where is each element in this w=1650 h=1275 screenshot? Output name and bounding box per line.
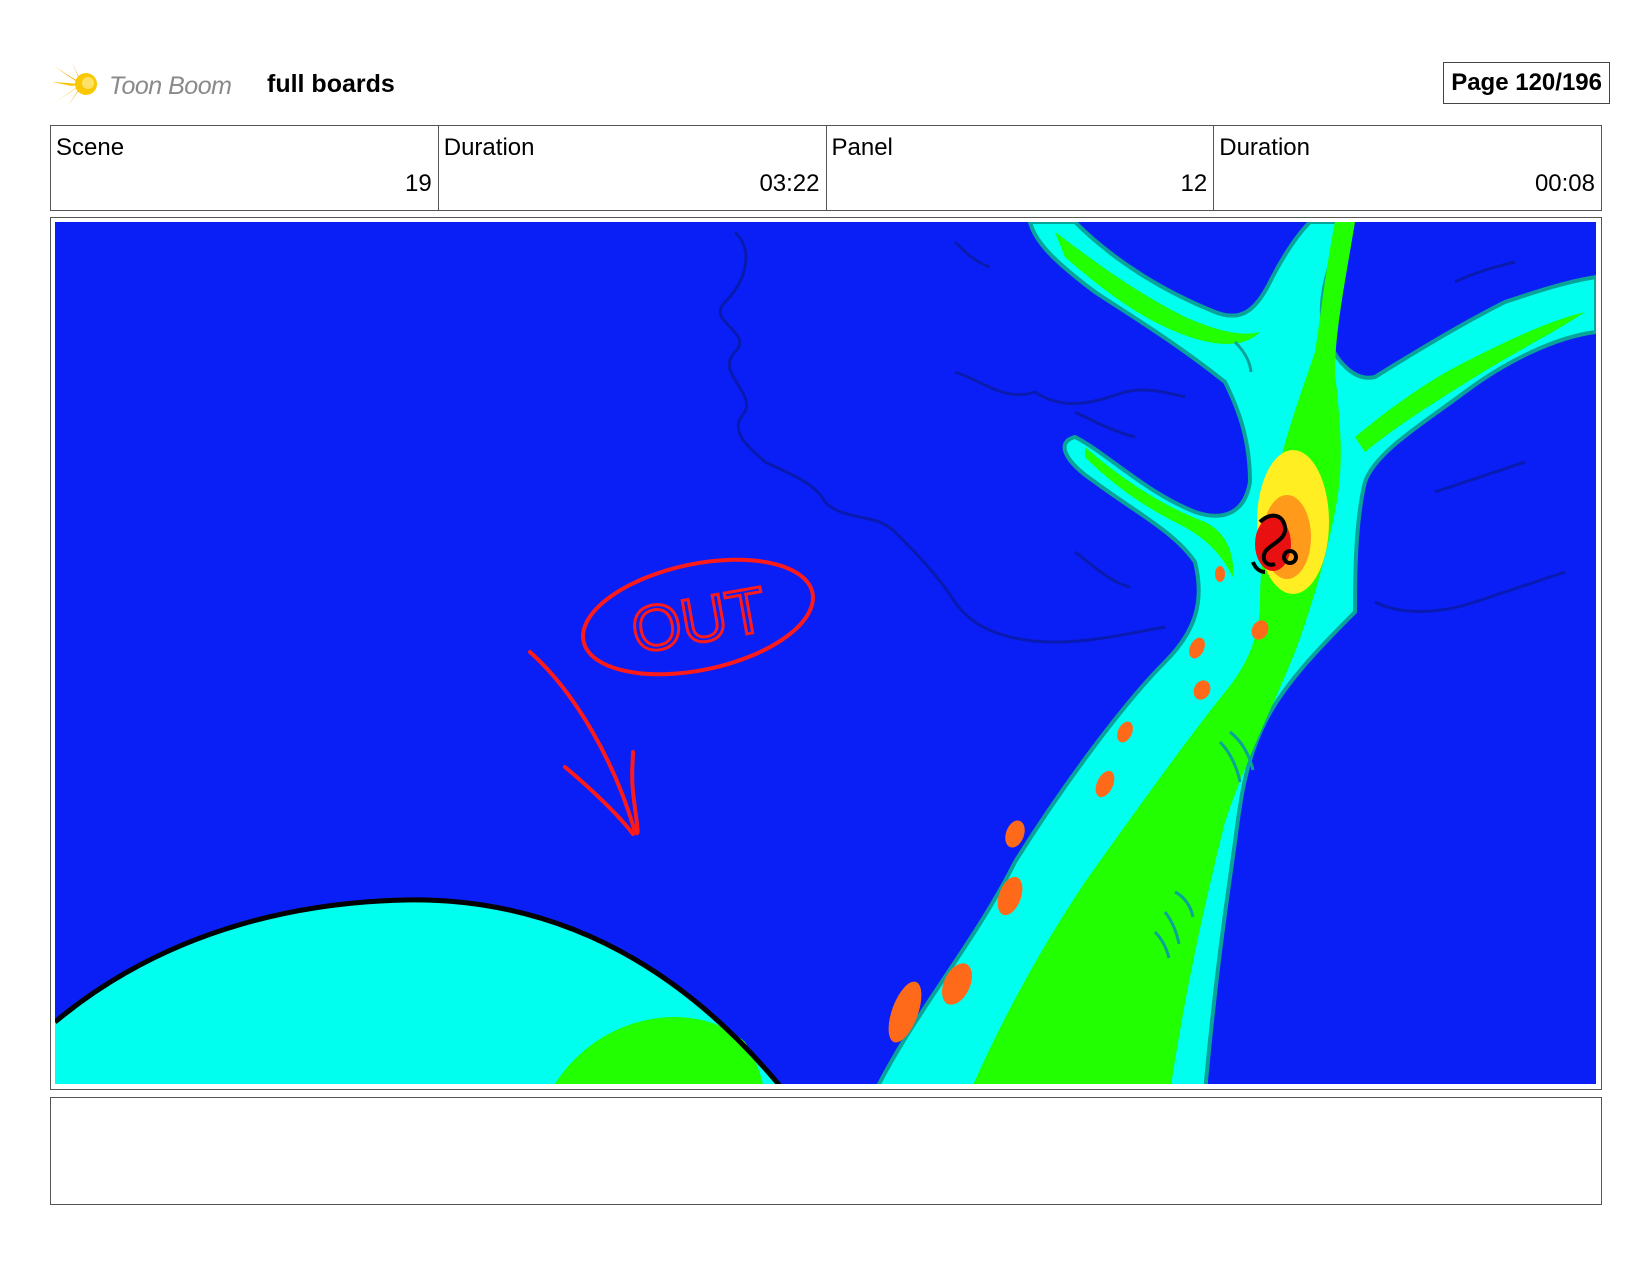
panel-duration-value: 00:08 xyxy=(1534,170,1595,197)
scene-cell: Scene 19 xyxy=(51,126,439,210)
panel-duration-cell: Duration 00:08 xyxy=(1214,126,1601,210)
scene-info-table: Scene 19 Duration 03:22 Panel 12 Duratio… xyxy=(50,125,1602,211)
panel-label: Panel xyxy=(831,134,893,161)
scene-duration-label: Duration xyxy=(443,134,535,161)
scene-value: 19 xyxy=(405,170,432,197)
storyboard-panel: OUT xyxy=(50,217,1602,1090)
panel-cell: Panel 12 xyxy=(827,126,1215,210)
project-title: full boards xyxy=(267,70,395,98)
page-number: Page 120/196 xyxy=(1443,62,1610,104)
panel-notes xyxy=(50,1097,1602,1205)
panel-value: 12 xyxy=(1180,170,1208,197)
sunburst-logo-icon xyxy=(52,62,97,106)
logo-text: Toon Boom xyxy=(109,72,232,100)
panel-duration-label: Duration xyxy=(1219,134,1310,161)
toon-boom-logo: Toon Boom xyxy=(52,60,252,108)
panel-drawing: OUT xyxy=(55,222,1596,1084)
page-header: Toon Boom full boards Page 120/196 xyxy=(52,56,1617,112)
scene-duration-value: 03:22 xyxy=(759,170,820,197)
scene-label: Scene xyxy=(56,134,125,161)
scene-duration-cell: Duration 03:22 xyxy=(439,126,827,210)
